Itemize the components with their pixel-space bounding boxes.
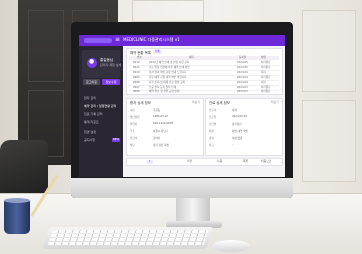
sidebar: ● 홍길동님 관리자 계정 상세 로그아웃 정보수정 환자 관리 예약 관리 /…	[79, 46, 123, 177]
first-page-link[interactable]: 처음으로	[261, 159, 271, 164]
field-label: 담당의	[130, 137, 138, 140]
sidebar-item-notices[interactable]: 공지사항	[84, 138, 95, 142]
card-title: 예약 현황 목록	[130, 51, 151, 55]
more-link[interactable]: 더보기	[271, 100, 279, 104]
field-value: -	[232, 143, 233, 146]
field-label: 결과	[209, 137, 214, 140]
field-value: 010-1234-5678	[153, 122, 174, 125]
wall-panel	[302, 10, 356, 92]
field-label: 진료과	[209, 109, 217, 112]
cell: 예약 취소 및 환불 규정 안내	[149, 90, 180, 93]
keyboard	[42, 227, 214, 249]
profile-card: ● 홍길동님 관리자 계정 상세	[82, 50, 122, 78]
pagination-bar: 1 이전 다음 목록 처음으로	[126, 158, 283, 166]
field-value: 홍길동	[153, 109, 161, 112]
monitor-stand	[176, 195, 210, 223]
field-value: 2024.05.20	[232, 115, 247, 118]
logout-button[interactable]: 로그아웃	[83, 79, 100, 85]
field-value: 정기 검진 대상	[153, 144, 169, 147]
key-row	[47, 242, 205, 245]
cell: 2024.03	[237, 90, 248, 93]
more-link[interactable]: 더보기	[192, 100, 200, 104]
card-title: 진료 상세 정보	[209, 101, 230, 105]
sidebar-item-reservations[interactable]: 예약 관리 / 일정현황 관리	[84, 104, 116, 108]
menu-icon[interactable]: ≡	[115, 37, 120, 43]
app-logo[interactable]	[84, 38, 112, 43]
app-header: ≡ MEDICLINIC 다중관리시스템 v1	[79, 35, 285, 46]
door-panel	[28, 10, 64, 82]
monitor-screen: ≡ MEDICLINIC 다중관리시스템 v1 ● 홍길동님 관리자 계정 상세…	[79, 35, 285, 177]
profile-subtitle: 관리자 계정 상세	[100, 63, 122, 67]
field-label: 이름	[130, 109, 135, 112]
next-page-link[interactable]: 다음	[217, 159, 222, 164]
cell: 0006	[133, 90, 140, 93]
mouse	[212, 240, 250, 252]
new-badge: NEW	[112, 138, 120, 142]
reservation-list-card: 예약 현황 목록 전체 번호 제목 등록일 상태 0012 2024년 예약 안…	[126, 48, 283, 95]
key-row	[51, 230, 209, 233]
field-label: 주소	[130, 130, 135, 133]
key-row	[49, 238, 207, 241]
monitor-chin	[71, 178, 293, 198]
app-title: MEDICLINIC 다중관리시스템 v1	[123, 37, 180, 42]
cell: 처리완료	[261, 90, 271, 93]
field-label: 비고	[209, 144, 214, 147]
card-title: 환자 상세 정보	[130, 101, 151, 105]
field-value: 내과	[232, 109, 237, 112]
edit-profile-button[interactable]: 정보수정	[102, 79, 120, 85]
field-value: 처방 내역 확인	[232, 130, 248, 133]
field-label: 연락처	[130, 123, 138, 126]
field-value: 김의사	[153, 137, 161, 140]
sidebar-item-stats[interactable]: 통계 리포트	[84, 120, 99, 124]
photo-scene: ≡ MEDICLINIC 다중관리시스템 v1 ● 홍길동님 관리자 계정 상세…	[0, 0, 362, 254]
key-row	[50, 234, 208, 237]
page-tag[interactable]: 1	[147, 160, 153, 164]
treatment-detail-card: 진료 상세 정보 더보기 진료과 내과 진료일 2024.05.20 진단명 정…	[205, 98, 283, 156]
field-value: 1985.03.12	[153, 115, 168, 118]
field-label: 처방	[209, 130, 214, 133]
office-chair	[0, 140, 48, 198]
list-link[interactable]: 목록	[243, 159, 248, 164]
wall-panel	[302, 100, 356, 182]
sidebar-item-records[interactable]: 진료 기록 관리	[84, 112, 102, 116]
field-label: 생년월일	[130, 116, 140, 119]
pen-cup-rim	[4, 198, 30, 203]
patient-detail-card: 환자 상세 정보 더보기 이름 홍길동 생년월일 1985.03.12 연락처 …	[126, 98, 204, 156]
wall-panel	[132, 0, 204, 22]
main-content: 예약 현황 목록 전체 번호 제목 등록일 상태 0012 2024년 예약 안…	[126, 48, 283, 175]
user-icon: ●	[89, 58, 95, 65]
table-row[interactable]: 0006 예약 취소 및 환불 규정 안내 2024.03 처리완료	[129, 89, 279, 94]
field-value: 서울시 강남구	[153, 130, 169, 133]
field-label: 진료일	[209, 116, 217, 119]
sidebar-item-settings[interactable]: 환경 설정	[84, 130, 96, 134]
sidebar-item-patients[interactable]: 환자 관리	[84, 96, 96, 100]
field-label: 진단명	[209, 123, 217, 126]
pen-cup	[4, 200, 30, 234]
field-value: 정기검진	[232, 123, 242, 126]
filter-tag[interactable]: 전체	[153, 50, 162, 54]
field-value: 이상 없음	[232, 137, 243, 140]
prev-page-link[interactable]: 이전	[187, 159, 192, 164]
field-label: 메모	[130, 144, 135, 147]
